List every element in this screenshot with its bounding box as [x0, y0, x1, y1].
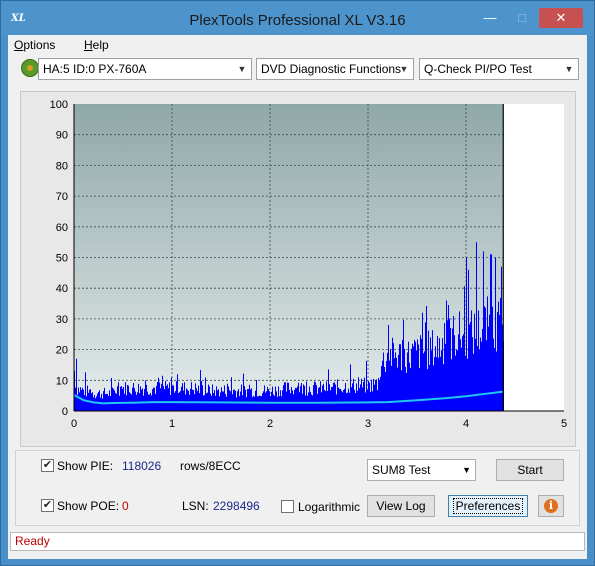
- y-tick-label: 60: [56, 222, 68, 234]
- y-tick-label: 30: [56, 314, 68, 326]
- logarithmic-label: Logarithmic: [298, 500, 361, 514]
- unscanned-area: [503, 104, 564, 411]
- controls-panel: ✔ Show PIE: 118026 rows/8ECC SUM8 Test ▼…: [15, 450, 580, 526]
- y-tick-label: 40: [56, 283, 68, 295]
- app-window: XL PlexTools Professional XL V3.16 — □ ✕…: [0, 0, 595, 566]
- logarithmic-checkbox[interactable]: [281, 500, 294, 513]
- view-log-button[interactable]: View Log: [367, 495, 435, 517]
- y-tick-label: 20: [56, 345, 68, 357]
- show-poe-label: Show POE:: [57, 499, 120, 513]
- function-select[interactable]: DVD Diagnostic Functions ▼: [256, 58, 414, 80]
- y-tick-label: 80: [56, 160, 68, 172]
- client-area: Options Help HA:5 ID:0 PX-760A ▼ DVD Dia…: [8, 35, 587, 559]
- menu-help[interactable]: Help: [84, 38, 109, 52]
- lsn-label: LSN:: [182, 499, 209, 513]
- status-bar: Ready: [10, 532, 585, 551]
- window-title: PlexTools Professional XL V3.16: [189, 12, 406, 29]
- poe-value: 0: [122, 499, 129, 513]
- title-bar: XL PlexTools Professional XL V3.16 — □ ✕: [1, 1, 594, 35]
- chevron-down-icon: ▼: [462, 465, 471, 475]
- x-tick-label: 2: [267, 418, 273, 430]
- y-tick-label: 90: [56, 130, 68, 142]
- y-tick-label: 50: [56, 253, 68, 265]
- maximize-button[interactable]: □: [509, 8, 535, 28]
- lsn-value: 2298496: [213, 499, 260, 513]
- menu-bar: Options Help: [8, 35, 587, 55]
- function-select-value: DVD Diagnostic Functions: [261, 62, 402, 76]
- pie-value: 118026: [122, 459, 162, 473]
- close-button[interactable]: ✕: [539, 8, 583, 28]
- rows-label: rows/8ECC: [180, 459, 241, 473]
- x-tick-label: 3: [365, 418, 371, 430]
- y-tick-label: 70: [56, 191, 68, 203]
- x-tick-label: 1: [169, 418, 175, 430]
- y-tick-label: 10: [56, 375, 68, 387]
- x-tick-label: 4: [463, 418, 469, 430]
- drive-select[interactable]: HA:5 ID:0 PX-760A ▼: [38, 58, 252, 80]
- y-tick-label: 100: [50, 99, 68, 111]
- info-icon: i: [544, 499, 558, 513]
- preferences-button[interactable]: Preferences: [448, 495, 528, 517]
- minimize-button[interactable]: —: [477, 8, 503, 28]
- y-tick-label: 0: [62, 406, 68, 418]
- preferences-button-label: Preferences: [452, 498, 524, 514]
- menu-options[interactable]: Options: [14, 38, 55, 52]
- chevron-down-icon: ▼: [237, 64, 247, 74]
- show-poe-checkbox[interactable]: ✔: [41, 499, 54, 512]
- sum-mode-value: SUM8 Test: [372, 463, 431, 477]
- test-select[interactable]: Q-Check PI/PO Test ▼: [419, 58, 579, 80]
- pi-po-chart: 0 10 20 30 40 50 60 70 80 90 100 0 1 2 3 4 5: [50, 99, 567, 430]
- info-button[interactable]: i: [538, 495, 564, 517]
- test-select-value: Q-Check PI/PO Test: [424, 62, 532, 76]
- drive-status-icon: [21, 59, 39, 77]
- chevron-down-icon: ▼: [564, 64, 574, 74]
- x-tick-label: 0: [71, 418, 77, 430]
- start-button[interactable]: Start: [496, 459, 564, 481]
- show-pie-label: Show PIE:: [57, 459, 114, 473]
- show-pie-checkbox[interactable]: ✔: [41, 459, 54, 472]
- chart-panel: 0 10 20 30 40 50 60 70 80 90 100 0 1 2 3 4 5: [20, 91, 576, 447]
- drive-select-value: HA:5 ID:0 PX-760A: [43, 62, 147, 76]
- x-tick-label: 5: [561, 418, 567, 430]
- chevron-down-icon: ▼: [399, 64, 409, 74]
- sum-mode-select[interactable]: SUM8 Test ▼: [367, 459, 476, 481]
